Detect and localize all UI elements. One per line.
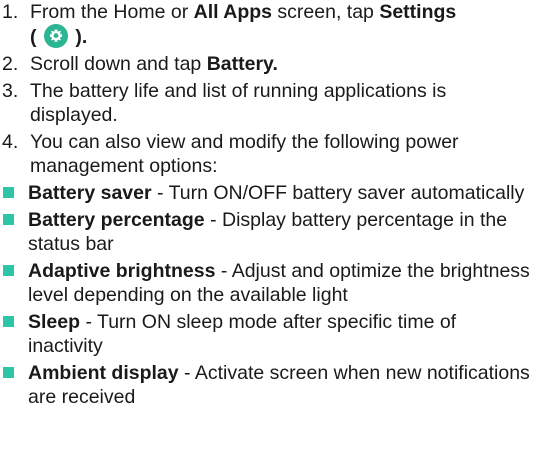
step-3: 3. The battery life and list of running …: [0, 79, 536, 127]
steps-list: 1. From the Home or All Apps screen, tap…: [0, 0, 536, 178]
step-number: 4.: [2, 131, 19, 153]
square-bullet-icon: [3, 187, 14, 198]
square-bullet-icon: [3, 265, 14, 276]
paren-open: (: [30, 26, 37, 48]
power-options-list: Battery saver - Turn ON/OFF battery save…: [0, 181, 536, 409]
option-name: Sleep: [28, 311, 81, 333]
square-bullet-icon: [3, 214, 14, 225]
option-sleep: Sleep - Turn ON sleep mode after specifi…: [0, 310, 536, 358]
step-text: screen, tap: [272, 1, 380, 23]
option-name: Adaptive brightness: [28, 260, 216, 282]
step-number: 2.: [2, 53, 19, 75]
step-text: You can also view and modify the followi…: [30, 131, 459, 177]
settings-label: Settings: [379, 1, 457, 23]
step-2: 2. Scroll down and tap Battery.: [0, 52, 536, 76]
option-battery-percentage: Battery percentage - Display battery per…: [0, 208, 536, 256]
step-number: 3.: [2, 80, 19, 102]
paren-close: ).: [75, 26, 88, 48]
settings-gear-icon: [43, 24, 68, 48]
step-number: 1.: [2, 1, 19, 23]
option-desc: - Turn ON/OFF battery saver automaticall…: [151, 182, 525, 204]
option-name: Battery percentage: [28, 209, 205, 231]
option-desc: - Turn ON sleep mode after specific time…: [28, 311, 457, 357]
square-bullet-icon: [3, 316, 14, 327]
battery-instructions: 1. From the Home or All Apps screen, tap…: [0, 0, 536, 472]
step-1: 1. From the Home or All Apps screen, tap…: [0, 0, 536, 49]
square-bullet-icon: [3, 367, 14, 378]
step-text: The battery life and list of running app…: [30, 80, 447, 126]
step-text: Scroll down and tap: [30, 53, 207, 75]
battery-label: Battery.: [206, 53, 278, 75]
step-text: From the Home or: [30, 1, 194, 23]
step-4: 4. You can also view and modify the foll…: [0, 130, 536, 178]
all-apps-label: All Apps: [193, 1, 273, 23]
option-name: Ambient display: [28, 362, 179, 384]
option-adaptive-brightness: Adaptive brightness - Adjust and optimiz…: [0, 259, 536, 307]
option-ambient-display: Ambient display - Activate screen when n…: [0, 361, 536, 409]
option-battery-saver: Battery saver - Turn ON/OFF battery save…: [0, 181, 536, 205]
option-name: Battery saver: [28, 182, 152, 204]
